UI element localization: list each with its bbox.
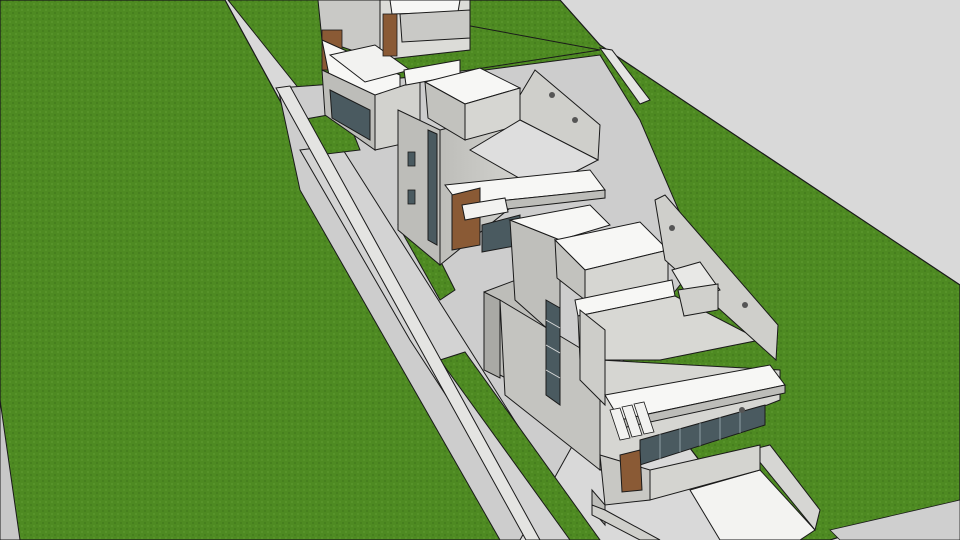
architectural-scene <box>0 0 960 540</box>
